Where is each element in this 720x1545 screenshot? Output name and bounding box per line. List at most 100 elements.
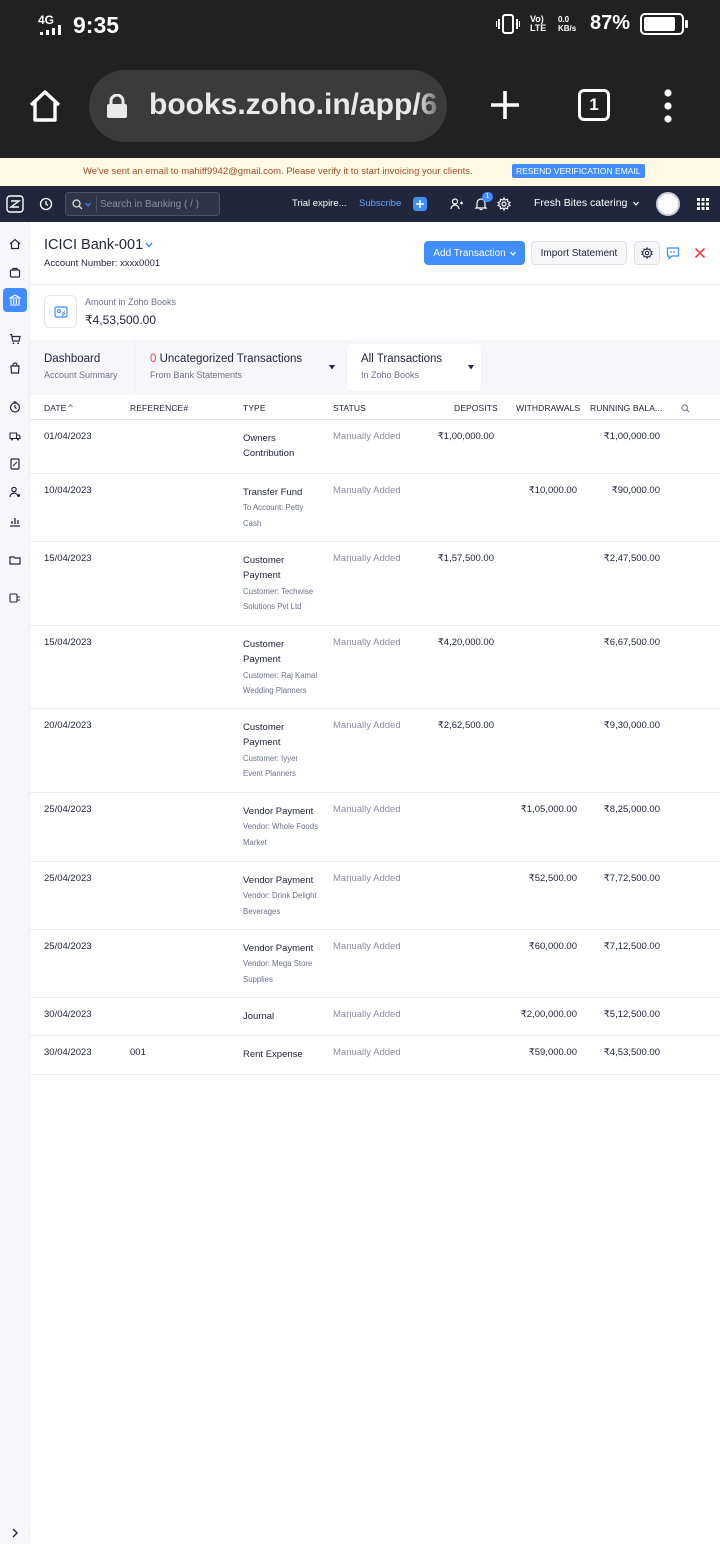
cell-type-detail: Market <box>243 837 267 847</box>
nav-purchases[interactable] <box>3 356 27 380</box>
recent-history-icon[interactable] <box>39 197 53 211</box>
org-switcher[interactable]: Fresh Bites catering <box>534 197 627 209</box>
tab-dashboard[interactable]: Dashboard Account Summary <box>44 340 134 395</box>
cell-balance: ₹5,12,500.00 <box>603 1009 660 1020</box>
avatar[interactable] <box>656 192 680 216</box>
cell-type: Customer Payment Customer: Raj Kamal Weddin… <box>243 637 323 699</box>
account-name-dropdown[interactable]: ICICI Bank-001 <box>44 237 143 253</box>
new-tab-icon[interactable] <box>489 89 521 121</box>
tab-uncategorized-sub: From Bank Statements <box>150 370 243 380</box>
cell-type-detail: Customer: Iyyer <box>243 753 299 763</box>
subscribe-link[interactable]: Subscribe <box>359 198 401 209</box>
cell-type: Vendor Payment Vendor: Drink Delight Bever… <box>243 873 323 920</box>
col-type-header[interactable]: TYPE <box>243 403 266 413</box>
vibrate-icon <box>495 13 520 34</box>
verification-banner: We've sent an email to mahiff9942@gmail.… <box>0 158 720 186</box>
sort-icon[interactable] <box>68 404 73 410</box>
referral-users-icon[interactable] <box>450 197 464 211</box>
cell-type-label: Transfer Fund <box>243 486 303 498</box>
chevron-down-icon[interactable] <box>85 202 91 207</box>
cell-deposit: ₹4,20,000.00 <box>437 637 494 648</box>
truck-icon <box>9 432 21 441</box>
zoho-books-logo-icon[interactable] <box>6 195 24 213</box>
row-divider <box>30 1074 720 1075</box>
cell-type-label: Vendor Payment <box>243 805 314 817</box>
nav-expand-button[interactable] <box>3 1521 27 1545</box>
comments-icon[interactable] <box>666 246 680 260</box>
notification-badge: 1 <box>482 192 493 202</box>
quick-create-button[interactable] <box>413 197 427 211</box>
cell-date: 25/04/2023 <box>44 804 92 815</box>
lock-icon[interactable] <box>106 94 128 118</box>
data-speed: 0.0 KB/s <box>557 14 577 33</box>
col-reference-header[interactable]: REFERENCE# <box>130 403 188 413</box>
caret-down-icon[interactable] <box>329 365 335 370</box>
col-date-header[interactable]: DATE <box>44 403 66 413</box>
chevron-down-icon[interactable] <box>145 242 153 248</box>
chevron-right-icon <box>12 1528 18 1538</box>
search-icon[interactable] <box>681 404 690 413</box>
nav-eway-bills[interactable] <box>3 424 27 448</box>
row-divider <box>30 473 720 474</box>
trial-text: Trial expire... <box>292 198 347 209</box>
nav-time-tracking[interactable] <box>3 395 27 419</box>
search-box[interactable]: Search in Banking ( / ) <box>65 192 220 216</box>
signal-icon <box>40 25 61 35</box>
cell-date: 15/04/2023 <box>44 553 92 564</box>
cell-type: Transfer Fund To Account: Petty Cash <box>243 485 323 532</box>
row-divider <box>30 625 720 626</box>
nav-home[interactable] <box>3 232 27 256</box>
more-menu-icon[interactable] <box>660 88 676 124</box>
cell-type-label: Payment <box>243 737 281 748</box>
add-transaction-button[interactable]: Add Transaction <box>424 241 525 265</box>
cell-date: 01/04/2023 <box>44 431 92 442</box>
search-icon[interactable] <box>72 199 83 210</box>
close-icon[interactable] <box>694 247 706 259</box>
cell-type: Customer Payment Customer: Techwise Solutio… <box>243 553 323 615</box>
col-deposits-header[interactable]: DEPOSITS <box>454 403 498 413</box>
settings-gear-icon[interactable] <box>497 197 511 211</box>
items-bag-icon <box>9 267 21 278</box>
cell-type-detail: Customer: Techwise <box>243 586 314 596</box>
search-input[interactable]: Search in Banking ( / ) <box>100 199 199 210</box>
cell-type-detail: Event Planners <box>243 769 296 778</box>
accountant-icon <box>9 486 20 498</box>
home-icon[interactable] <box>27 88 63 124</box>
chevron-down-icon <box>509 251 516 256</box>
app-grid-icon[interactable] <box>697 198 709 210</box>
caret-down-icon[interactable] <box>468 365 474 370</box>
nav-banking[interactable] <box>3 288 27 312</box>
cell-status: Manually Added <box>333 804 401 815</box>
plus-icon <box>416 200 424 208</box>
resend-verification-button[interactable]: RESEND VERIFICATION EMAIL <box>512 164 645 178</box>
chevron-down-icon[interactable] <box>633 201 639 206</box>
nav-documents[interactable] <box>3 548 27 572</box>
row-divider <box>30 997 720 998</box>
header-divider <box>30 419 720 420</box>
col-status-header[interactable]: STATUS <box>333 403 366 413</box>
col-withdrawals-header[interactable]: WITHDRAWALS <box>516 403 580 413</box>
nav-items[interactable] <box>3 260 27 284</box>
cell-type-label: Customer <box>243 554 285 566</box>
tab-uncategorized[interactable]: 0 Uncategorized Transactions From Bank S… <box>150 340 350 395</box>
add-transaction-label: Add Transaction <box>433 247 506 259</box>
nav-sales[interactable] <box>3 327 27 351</box>
url-bar[interactable]: books.zoho.in/app/6 <box>89 70 447 142</box>
tab-switcher-button[interactable]: 1 <box>578 89 610 121</box>
cell-type-label: Customer <box>243 638 285 650</box>
col-running-balance-header[interactable]: RUNNING BALA... <box>590 403 662 413</box>
nav-accountant[interactable] <box>3 480 27 504</box>
cell-status: Manually Added <box>333 720 401 731</box>
cell-withdrawal: ₹10,000.00 <box>528 485 577 496</box>
cell-type-detail: Wedding Planners <box>243 686 307 695</box>
nav-reports[interactable] <box>3 509 27 533</box>
url-text[interactable]: books.zoho.in/app/6 <box>149 88 437 122</box>
nav-gst-filing[interactable] <box>3 452 27 476</box>
cell-type-detail: Cash <box>243 518 262 528</box>
nav-config[interactable] <box>3 586 27 610</box>
settings-gear-icon <box>641 247 653 259</box>
tab-all-transactions[interactable]: All Transactions In Zoho Books <box>347 344 481 391</box>
cell-date: 25/04/2023 <box>44 941 92 952</box>
account-settings-button[interactable] <box>634 241 660 265</box>
import-statement-button[interactable]: Import Statement <box>531 241 627 265</box>
